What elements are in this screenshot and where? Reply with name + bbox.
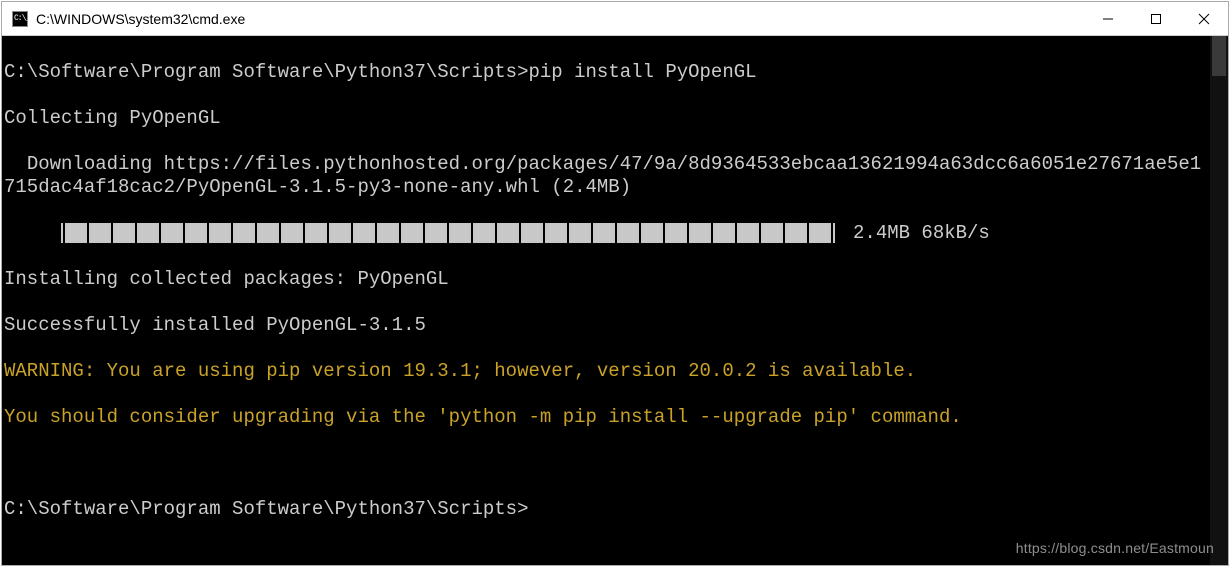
prompt-path: C:\Software\Program Software\Python37\Sc… [4,498,529,520]
terminal-output: C:\Software\Program Software\Python37\Sc… [4,38,1208,565]
progress-bar [61,223,835,243]
progress-segment [737,223,759,243]
progress-segment [641,223,663,243]
progress-segment [233,223,255,243]
scrollbar-thumb[interactable] [1212,36,1226,76]
progress-segment [257,223,279,243]
cmd-app-icon [12,11,28,27]
output-line: Downloading https://files.pythonhosted.o… [4,153,1208,199]
progress-segment [137,223,159,243]
progress-segment [617,223,639,243]
output-line: Installing collected packages: PyOpenGL [4,268,1208,291]
progress-segment [305,223,327,243]
progress-segment [377,223,399,243]
progress-segment [113,223,135,243]
progress-segment [473,223,495,243]
maximize-button[interactable] [1132,2,1180,36]
progress-line: 2.4MB 68kB/s [4,222,1208,245]
vertical-scrollbar[interactable] [1210,36,1228,565]
progress-segment [497,223,519,243]
progress-segment [761,223,783,243]
progress-segment [89,223,111,243]
progress-segment [329,223,351,243]
progress-segment [209,223,231,243]
cmd-window: C:\WINDOWS\system32\cmd.exe C:\Software\… [1,1,1229,566]
output-line: Successfully installed PyOpenGL-3.1.5 [4,314,1208,337]
progress-segment [713,223,735,243]
minimize-icon [1102,13,1114,25]
prompt-path: C:\Software\Program Software\Python37\Sc… [4,61,529,83]
warning-line: WARNING: You are using pip version 19.3.… [4,360,1208,383]
close-icon [1198,13,1210,25]
minimize-button[interactable] [1084,2,1132,36]
progress-segment [449,223,471,243]
titlebar[interactable]: C:\WINDOWS\system32\cmd.exe [2,2,1228,36]
progress-segment [353,223,375,243]
progress-segment [185,223,207,243]
progress-segment [425,223,447,243]
close-button[interactable] [1180,2,1228,36]
progress-segment [545,223,567,243]
progress-segment [593,223,615,243]
command-text: pip install PyOpenGL [529,61,757,83]
progress-segment [161,223,183,243]
progress-segment [401,223,423,243]
progress-segment [689,223,711,243]
blank-line [4,452,1208,475]
progress-segment [65,223,87,243]
maximize-icon [1150,13,1162,25]
progress-segment [809,223,831,243]
progress-label: 2.4MB 68kB/s [853,222,990,244]
progress-segment [785,223,807,243]
progress-segment [521,223,543,243]
output-line: Collecting PyOpenGL [4,107,1208,130]
progress-segment [569,223,591,243]
terminal-area[interactable]: C:\Software\Program Software\Python37\Sc… [2,36,1228,565]
progress-segment [281,223,303,243]
warning-line: You should consider upgrading via the 'p… [4,406,1208,429]
progress-segment [665,223,687,243]
window-title: C:\WINDOWS\system32\cmd.exe [36,11,245,27]
watermark-text: https://blog.csdn.net/Eastmoun [1016,541,1214,555]
